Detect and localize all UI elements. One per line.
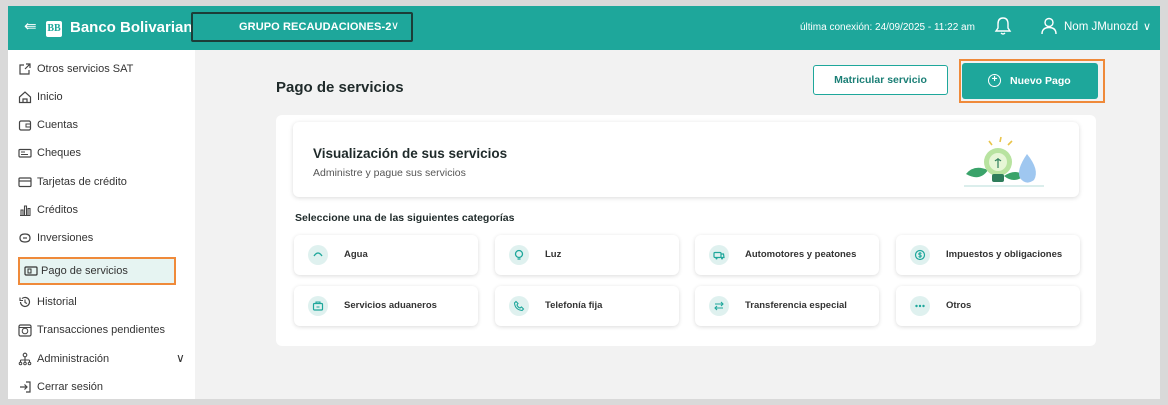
category-label: Otros [946,300,972,311]
logout-icon [20,381,31,393]
user-icon[interactable] [1040,16,1058,36]
sidebar-item-cerrar-sesion[interactable]: Cerrar sesión [18,377,188,399]
group-selector[interactable]: GRUPO RECAUDACIONES-2 ∨ [191,12,413,42]
sidebar-item-label: Historial [37,296,77,308]
bell-icon[interactable] [994,16,1012,36]
brand-name: Banco Bolivariano [70,19,202,36]
sidebar-item-label: Créditos [37,204,78,216]
external-link-icon [19,63,31,75]
app-frame: ⇚ BB Banco Bolivariano GRUPO RECAUDACION… [8,6,1160,399]
credit-card-icon [18,177,32,188]
sidebar-item-label: Tarjetas de crédito [37,176,127,188]
investment-icon [19,233,31,243]
sidebar-item-historial[interactable]: Historial [18,292,188,314]
category-card-automotores[interactable]: Automotores y peatones [695,235,879,275]
home-icon [18,91,32,104]
chevron-down-icon: ∨ [176,351,185,365]
sidebar-item-label: Inversiones [37,232,94,244]
category-label: Servicios aduaneros [344,300,437,311]
sidebar-item-inversiones[interactable]: Inversiones [18,228,188,250]
transfer-icon [709,296,729,316]
category-card-otros[interactable]: Otros [896,286,1080,326]
coin-icon [910,245,930,265]
bank-logo: BB [46,21,62,37]
chevron-down-icon[interactable]: ∨ [1143,20,1151,33]
sidebar-item-label: Cerrar sesión [37,381,104,393]
sidebar-item-tarjetas[interactable]: Tarjetas de crédito [18,172,188,194]
nuevo-pago-label: Nuevo Pago [1010,75,1071,87]
category-card-agua[interactable]: Agua [294,235,478,275]
sidebar-item-otros-servicios-sat[interactable]: Otros servicios SAT [18,59,188,81]
sidebar-item-label: Transacciones pendientes [37,324,166,336]
car-icon [709,245,729,265]
category-label: Impuestos y obligaciones [946,249,1063,260]
lightbulb-icon [509,245,529,265]
customs-icon [308,296,328,316]
categories-heading: Seleccione una de las siguientes categor… [295,212,515,224]
sidebar: Otros servicios SAT Inicio Cuentas Chequ… [8,50,195,399]
sidebar-item-label: Pago de servicios [41,265,128,277]
sidebar-item-cuentas[interactable]: Cuentas [18,115,188,137]
page-title: Pago de servicios [276,79,404,96]
category-card-luz[interactable]: Luz [495,235,679,275]
sidebar-item-label: Cuentas [37,119,78,131]
sidebar-item-label: Inicio [37,91,63,103]
top-bar: ⇚ BB Banco Bolivariano GRUPO RECAUDACION… [8,6,1160,50]
sidebar-item-creditos[interactable]: Créditos [18,200,188,222]
category-card-transferencia[interactable]: Transferencia especial [695,286,879,326]
history-icon [19,296,31,308]
sidebar-item-label: Otros servicios SAT [37,63,134,75]
wallet-icon [18,120,32,131]
category-label: Transferencia especial [745,300,847,311]
category-label: Agua [344,249,368,260]
user-name[interactable]: Nom JMunozd [1064,21,1138,33]
water-icon [308,245,328,265]
more-icon [910,296,930,316]
banner-title: Visualización de sus servicios [313,146,508,161]
phone-icon [509,296,529,316]
sidebar-item-pago-servicios[interactable]: Pago de servicios [18,257,176,285]
last-connection-text: última conexión: 24/09/2025 - 11:22 am [800,22,975,33]
nuevo-pago-button[interactable]: + Nuevo Pago [962,63,1098,99]
service-payment-icon [24,266,38,276]
category-label: Telefonía fija [545,300,603,311]
sidebar-item-cheques[interactable]: Cheques [18,143,188,165]
category-label: Luz [545,249,562,260]
plus-circle-icon: + [988,74,1001,87]
category-card-telefonia[interactable]: Telefonía fija [495,286,679,326]
chart-icon [20,205,31,217]
chevron-down-icon: ∨ [391,20,400,32]
lightbulb-illustration-icon [964,136,1044,187]
banner-subtitle: Administre y pague sus servicios [313,167,466,179]
admin-icon [18,352,32,366]
cheque-icon [18,148,32,158]
pending-icon [18,324,32,337]
collapse-menu-icon[interactable]: ⇚ [24,19,37,35]
sidebar-item-label: Cheques [37,147,82,159]
matricular-servicio-button[interactable]: Matricular servicio [813,65,948,95]
sidebar-item-inicio[interactable]: Inicio [18,87,188,109]
sidebar-item-transacciones-pendientes[interactable]: Transacciones pendientes [18,320,188,342]
sidebar-item-label: Administración [37,353,110,365]
category-card-impuestos[interactable]: Impuestos y obligaciones [896,235,1080,275]
category-card-aduaneros[interactable]: Servicios aduaneros [294,286,478,326]
category-label: Automotores y peatones [745,249,857,260]
group-selector-label: GRUPO RECAUDACIONES-2 [239,21,392,33]
sidebar-item-administracion[interactable]: Administración ∨ [18,349,188,371]
